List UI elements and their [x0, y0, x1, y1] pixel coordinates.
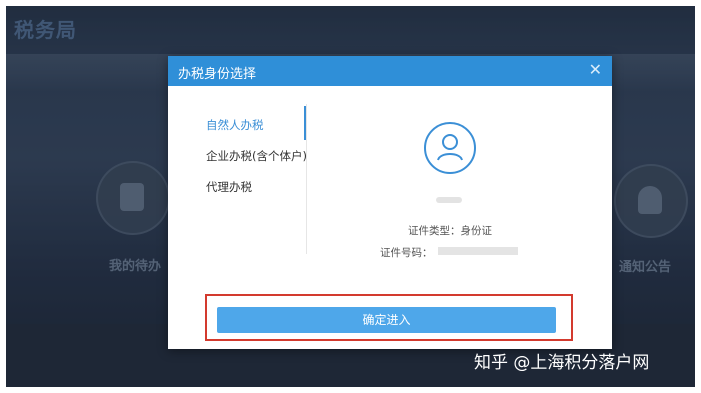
dialog-header: 办税身份选择 ✕	[168, 56, 612, 86]
user-avatar	[424, 122, 476, 174]
close-icon[interactable]: ✕	[589, 62, 602, 78]
id-type-row: 证件类型：身份证	[408, 223, 492, 238]
tab-agent[interactable]: 代理办税	[206, 179, 252, 195]
blurred-id-number	[438, 247, 518, 255]
tab-divider	[306, 104, 307, 254]
tab-natural-person[interactable]: 自然人办税	[206, 117, 264, 133]
active-tab-indicator	[304, 106, 306, 140]
tab-enterprise[interactable]: 企业办税(含个体户)	[206, 148, 307, 164]
dialog-title: 办税身份选择	[178, 67, 257, 82]
id-type-value: 身份证	[460, 225, 493, 237]
user-icon	[437, 134, 463, 161]
id-number-row: 证件号码：	[380, 245, 433, 260]
id-type-label: 证件类型：	[408, 225, 461, 237]
confirm-enter-button[interactable]: 确定进入	[217, 307, 556, 333]
blurred-user-name	[436, 197, 462, 203]
id-number-label: 证件号码：	[380, 247, 433, 259]
watermark: 知乎 @上海积分落户网	[474, 353, 650, 373]
